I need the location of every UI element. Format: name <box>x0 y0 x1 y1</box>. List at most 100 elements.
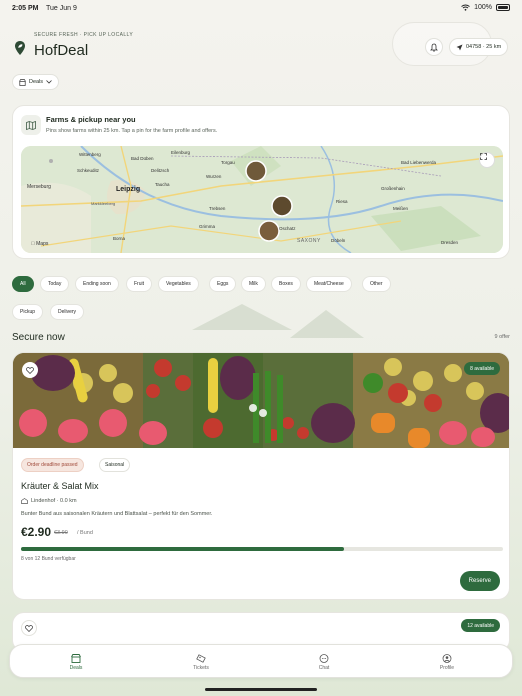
tab-deals[interactable]: Deals <box>46 650 106 674</box>
tab-label: Profile <box>439 664 455 671</box>
map-label: SAXONY <box>297 238 321 244</box>
map-label: Borna <box>113 236 126 241</box>
ticket-icon <box>196 653 206 663</box>
chip-delivery[interactable]: Delivery <box>50 304 85 320</box>
tab-label: Deals <box>69 664 83 671</box>
deal-old-price: €3.90 <box>54 530 68 536</box>
map-card: Farms & pickup near you Pins show farms … <box>12 105 510 259</box>
bottom-tab-bar: Deals Tickets Chat Profile <box>9 644 513 678</box>
map-label: Bad Liebenwerda <box>401 160 437 165</box>
store-icon <box>71 653 81 663</box>
season-badge: Saisonal <box>99 458 131 472</box>
chip-other[interactable]: Other <box>362 276 391 292</box>
reserve-button[interactable]: Reserve <box>459 571 500 591</box>
tab-label: Tickets <box>193 664 209 671</box>
tab-chat[interactable]: Chat <box>294 650 354 674</box>
map-label: Taucha <box>155 182 170 187</box>
location-button[interactable]: 04758 · 25 km <box>449 38 509 56</box>
deal-price-unit: / Bund <box>77 530 93 536</box>
deal-card[interactable]: 8 available Order deadline passed Saison… <box>12 352 510 600</box>
stock-progress-fill <box>21 547 344 551</box>
chip-ending-soon[interactable]: Ending soon <box>75 276 119 292</box>
chip-boxes[interactable]: Boxes <box>271 276 301 292</box>
navigation-arrow-icon <box>456 44 463 50</box>
bell-icon <box>430 43 438 52</box>
map-label: Riesa <box>336 199 348 204</box>
heart-icon <box>25 624 33 632</box>
map-label: Markkleeberg <box>91 201 116 206</box>
map-label: Bad Düben <box>131 156 154 161</box>
chip-today[interactable]: Today <box>40 276 70 292</box>
map-label: Delitzsch <box>151 168 170 173</box>
deadline-badge: Order deadline passed <box>21 458 84 472</box>
brand-title: HofDeal <box>34 42 89 59</box>
stock-progress-bar <box>21 547 503 551</box>
map-label: Trebsen <box>209 206 226 211</box>
chevron-down-icon <box>46 80 52 84</box>
chip-fruit[interactable]: Fruit <box>126 276 152 292</box>
favorite-button[interactable] <box>22 362 38 378</box>
map-label: Wittenberg <box>79 152 101 157</box>
store-icon <box>19 78 26 86</box>
deal-title: Kräuter & Salat Mix <box>21 481 99 491</box>
notifications-button[interactable] <box>425 38 443 56</box>
map-icon <box>26 120 36 130</box>
chip-vegetables[interactable]: Vegetables <box>158 276 199 292</box>
map-title: Farms & pickup near you <box>46 115 136 124</box>
background-farmhouse-shape <box>192 304 364 338</box>
map-label: Döbeln <box>331 238 346 243</box>
status-date: Tue Jun 9 <box>46 5 77 12</box>
deal-price: €2.90 <box>21 525 52 539</box>
deal-farm[interactable]: Lindenhof · 0.0 km <box>21 498 77 504</box>
chip-meat-cheese[interactable]: Meat/Cheese <box>306 276 352 292</box>
deal-farm-label: Lindenhof · 0.0 km <box>31 498 77 504</box>
section-count: 9 offer <box>494 334 511 340</box>
chip-eggs[interactable]: Eggs <box>209 276 237 292</box>
battery-icon <box>496 4 510 11</box>
map-label: Wurzen <box>206 174 222 179</box>
map-label: Grimma <box>199 224 215 229</box>
maps-attribution-label: Maps <box>31 241 48 247</box>
deal-description: Bunter Bund aus saisonalen Kräutern und … <box>21 511 213 517</box>
tab-profile[interactable]: Profile <box>417 650 477 674</box>
section-title: Secure now <box>12 332 65 343</box>
map-view[interactable]: Wittenberg Eilenburg Torgau Merseburg Le… <box>21 146 503 253</box>
expand-icon <box>480 153 487 160</box>
leaf-pin-icon <box>15 41 25 55</box>
chip-milk[interactable]: Milk <box>241 276 266 292</box>
chat-bubble-icon <box>319 653 329 663</box>
map-label: Merseburg <box>27 184 51 190</box>
maps-attribution:  Maps <box>31 241 48 247</box>
map-label: Leipzig <box>116 186 141 193</box>
map-label: Oschatz <box>279 226 296 231</box>
map-expand-button[interactable] <box>479 152 495 168</box>
status-time: 2:05 PM <box>12 5 39 12</box>
tab-tickets[interactable]: Tickets <box>171 650 231 674</box>
availability-badge: 12 available <box>461 619 500 632</box>
status-right: 100% <box>461 4 510 11</box>
heart-icon <box>26 366 34 374</box>
wifi-icon <box>461 4 470 11</box>
brand-tagline: SECURE FRESH · PICK UP LOCALLY <box>34 32 134 38</box>
map-label: Meißen <box>393 206 409 211</box>
chip-all[interactable]: All <box>12 276 34 292</box>
map-icon-box <box>21 115 41 135</box>
tab-label: Chat <box>318 664 330 671</box>
favorite-button[interactable] <box>21 620 37 636</box>
deal-image <box>13 353 509 448</box>
stock-progress-text: 8 von 12 Bund verfügbar <box>21 556 76 562</box>
map-label: Dresden <box>441 240 459 245</box>
map-label: Eilenburg <box>171 150 191 155</box>
availability-badge: 8 available <box>464 362 500 375</box>
status-bar: 2:05 PM Tue Jun 9 100% <box>0 0 522 18</box>
map-label: Schkeuditz <box>77 168 100 173</box>
farm-icon <box>21 498 28 504</box>
map-label: Torgau <box>221 160 235 165</box>
mode-dropdown[interactable]: Deals <box>12 74 60 90</box>
person-icon <box>442 653 452 663</box>
chip-pickup[interactable]: Pickup <box>12 304 44 320</box>
home-indicator[interactable] <box>205 688 317 691</box>
map-subtitle: Pins show farms within 25 km. Tap a pin … <box>46 128 218 134</box>
map-label: Großenhain <box>381 186 405 191</box>
battery-percent: 100% <box>474 4 492 11</box>
